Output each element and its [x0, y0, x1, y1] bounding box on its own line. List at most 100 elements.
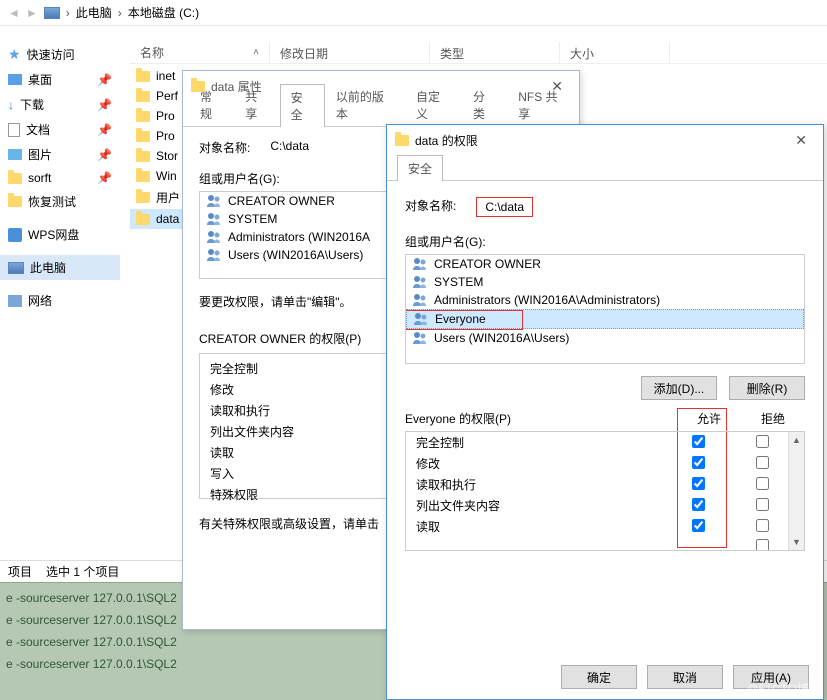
- sidebar-wps[interactable]: WPS网盘: [0, 222, 120, 247]
- folder-icon: [395, 135, 409, 146]
- columns-header: 名称˄ 修改日期 类型 大小: [130, 42, 827, 64]
- allow-checkbox[interactable]: [692, 519, 705, 532]
- object-name-value-highlight: C:\data: [476, 197, 533, 217]
- users-icon: [412, 275, 428, 289]
- tab-custom[interactable]: 自定义: [405, 83, 462, 126]
- users-icon: [412, 293, 428, 307]
- col-type[interactable]: 类型: [430, 42, 560, 63]
- nav-fwd-icon[interactable]: ►: [26, 6, 38, 20]
- col-size[interactable]: 大小: [560, 42, 670, 63]
- folder-icon: [136, 171, 150, 182]
- sep-icon: ›: [118, 6, 122, 20]
- permission-table: 完全控制 修改 读取和执行 列出文件夹内容 读取 ▲ ▼: [405, 431, 805, 551]
- folder-icon: [191, 81, 205, 92]
- ok-button[interactable]: 确定: [561, 665, 637, 689]
- desktop-icon: [8, 74, 22, 85]
- folder-icon: [136, 151, 150, 162]
- object-name-label: 对象名称:: [405, 197, 456, 217]
- deny-checkbox[interactable]: [756, 477, 769, 490]
- sidebar-network[interactable]: 网络: [0, 288, 120, 313]
- sidebar-documents[interactable]: 文档📌: [0, 117, 120, 142]
- users-icon: [206, 212, 222, 226]
- tab-class[interactable]: 分类: [462, 83, 507, 126]
- user-entry[interactable]: SYSTEM: [406, 273, 804, 291]
- allow-checkbox[interactable]: [692, 498, 705, 511]
- perm-row: 读取和执行: [406, 474, 804, 495]
- tab-security[interactable]: 安全: [280, 84, 325, 127]
- sidebar-this-pc[interactable]: 此电脑: [0, 255, 120, 280]
- users-icon: [412, 331, 428, 345]
- perm-header-label: Everyone 的权限(P): [405, 410, 677, 427]
- deny-checkbox[interactable]: [756, 498, 769, 511]
- sidebar-downloads[interactable]: ↓下载📌: [0, 92, 120, 117]
- pc-icon: [44, 7, 60, 19]
- deny-checkbox[interactable]: [756, 456, 769, 469]
- sidebar-pictures[interactable]: 图片📌: [0, 142, 120, 167]
- scroll-up-icon[interactable]: ▲: [789, 432, 804, 448]
- tab-nfs[interactable]: NFS 共享: [507, 83, 579, 126]
- breadcrumb-drive[interactable]: 本地磁盘 (C:): [128, 4, 199, 21]
- close-icon[interactable]: ✕: [787, 132, 815, 149]
- deny-checkbox[interactable]: [756, 519, 769, 532]
- cancel-button[interactable]: 取消: [647, 665, 723, 689]
- group-users-label: 组或用户名(G):: [405, 233, 805, 250]
- sidebar-desktop[interactable]: 桌面📌: [0, 67, 120, 92]
- breadcrumb-pc[interactable]: 此电脑: [76, 4, 112, 21]
- allow-checkbox[interactable]: [692, 477, 705, 490]
- tab-share[interactable]: 共享: [234, 83, 279, 126]
- tab-security[interactable]: 安全: [397, 155, 443, 181]
- users-icon: [206, 194, 222, 208]
- document-icon: [8, 123, 20, 137]
- status-items: 项目: [8, 563, 32, 580]
- folder-icon: [136, 214, 150, 225]
- pin-icon: 📌: [97, 123, 112, 137]
- folder-icon: [136, 71, 150, 82]
- user-list[interactable]: CREATOR OWNER SYSTEM Administrators (WIN…: [405, 254, 805, 364]
- add-button[interactable]: 添加(D)...: [641, 376, 717, 400]
- user-entry[interactable]: CREATOR OWNER: [406, 255, 804, 273]
- sidebar-recovery[interactable]: 恢复测试: [0, 189, 120, 214]
- dialog-title-bar: data 的权限 ✕: [387, 125, 823, 155]
- network-icon: [8, 295, 22, 307]
- perm-row: [406, 537, 804, 551]
- perm-row: 完全控制: [406, 432, 804, 453]
- folder-icon: [136, 91, 150, 102]
- dialog-title: data 的权限: [415, 132, 478, 149]
- tab-previous[interactable]: 以前的版本: [325, 83, 405, 126]
- pc-icon: [8, 262, 24, 274]
- allow-checkbox[interactable]: [692, 456, 705, 469]
- user-entry[interactable]: Users (WIN2016A\Users): [406, 329, 804, 347]
- folder-icon: [8, 173, 22, 184]
- permission-header: Everyone 的权限(P) 允许 拒绝: [405, 410, 805, 427]
- user-entry[interactable]: Administrators (WIN2016A\Administrators): [406, 291, 804, 309]
- download-icon: ↓: [8, 98, 14, 112]
- deny-column-label: 拒绝: [741, 410, 805, 427]
- pin-icon: 📌: [97, 171, 112, 185]
- nav-back-icon[interactable]: ◄: [8, 6, 20, 20]
- deny-checkbox[interactable]: [756, 435, 769, 448]
- perm-row: 列出文件夹内容: [406, 495, 804, 516]
- picture-icon: [8, 149, 22, 160]
- remove-button[interactable]: 删除(R): [729, 376, 805, 400]
- dialog-body: 对象名称: C:\data 组或用户名(G): CREATOR OWNER SY…: [387, 181, 823, 561]
- sidebar-quick-access[interactable]: ★快速访问: [0, 42, 120, 67]
- object-name-label: 对象名称:: [199, 139, 250, 156]
- scrollbar[interactable]: ▲ ▼: [788, 432, 804, 550]
- chevron-up-icon: ˄: [253, 47, 259, 58]
- folder-icon: [136, 111, 150, 122]
- col-date[interactable]: 修改日期: [270, 42, 430, 63]
- pin-icon: 📌: [97, 148, 112, 162]
- deny-checkbox[interactable]: [756, 539, 769, 551]
- pin-icon: 📌: [97, 73, 112, 87]
- perm-row: 读取: [406, 516, 804, 537]
- allow-checkbox[interactable]: [692, 435, 705, 448]
- sidebar-sorft[interactable]: sorft📌: [0, 167, 120, 189]
- col-name[interactable]: 名称˄: [130, 42, 270, 63]
- users-icon: [206, 248, 222, 262]
- object-name-value: C:\data: [270, 139, 309, 156]
- folder-icon: [136, 131, 150, 142]
- scroll-down-icon[interactable]: ▼: [789, 534, 804, 550]
- folder-icon: [8, 196, 22, 207]
- star-icon: ★: [8, 46, 21, 63]
- status-selected: 选中 1 个项目: [46, 563, 119, 580]
